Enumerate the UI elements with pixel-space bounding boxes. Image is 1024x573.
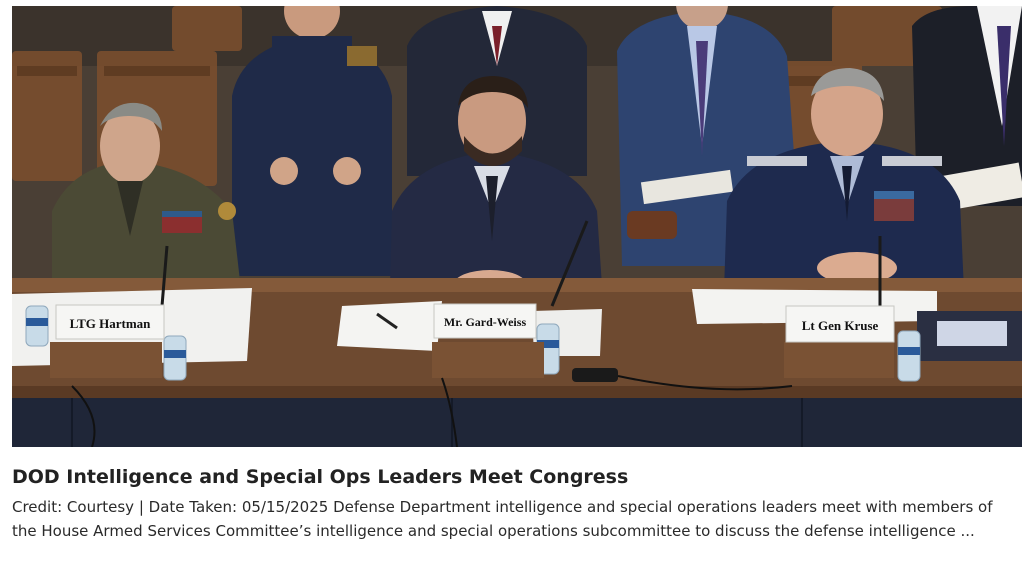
caption-body: Credit: Courtesy | Date Taken: 05/15/202…: [12, 498, 993, 540]
media-card: LTG Hartman Mr. Gard-Weiss Lt Gen Kruse …: [0, 0, 1024, 573]
nameplate-left-text: LTG Hartman: [70, 316, 152, 331]
nameplate-right-text: Lt Gen Kruse: [802, 318, 879, 333]
nameplate-right: Lt Gen Kruse: [785, 305, 895, 343]
hearing-photo[interactable]: LTG Hartman Mr. Gard-Weiss Lt Gen Kruse: [12, 6, 1022, 447]
nameplate-center: Mr. Gard-Weiss: [433, 303, 537, 339]
hearing-photo-illustration: LTG Hartman Mr. Gard-Weiss Lt Gen Kruse: [12, 6, 1022, 447]
caption-title[interactable]: DOD Intelligence and Special Ops Leaders…: [12, 466, 628, 488]
nameplate-left: LTG Hartman: [55, 304, 165, 340]
nameplate-center-text: Mr. Gard-Weiss: [444, 315, 527, 329]
